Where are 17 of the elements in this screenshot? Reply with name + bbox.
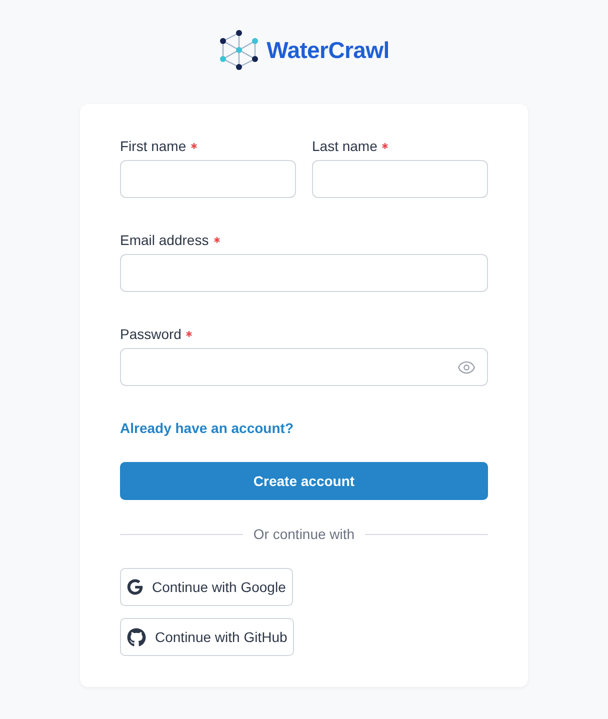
input-field[interactable] <box>120 160 296 198</box>
google-button[interactable]: Continue with Google <box>120 568 293 606</box>
github-button[interactable]: Continue with GitHub <box>120 618 294 656</box>
brand-name: WaterCrawl <box>266 36 390 64</box>
google-icon <box>127 579 143 595</box>
create-account-button[interactable]: Create account <box>120 462 488 500</box>
field-label: Email address <box>120 232 209 248</box>
login-link[interactable]: Already have an account? <box>120 420 294 436</box>
logo-icon <box>218 30 259 70</box>
input-field[interactable] <box>312 160 488 198</box>
field-label: First name <box>120 138 186 154</box>
password-field[interactable] <box>120 348 488 386</box>
field-label: Password <box>120 326 182 342</box>
github-icon <box>127 628 146 646</box>
input-field[interactable] <box>120 254 488 292</box>
divider-text: Or continue with <box>253 526 355 542</box>
field-label: Last name <box>312 138 378 154</box>
